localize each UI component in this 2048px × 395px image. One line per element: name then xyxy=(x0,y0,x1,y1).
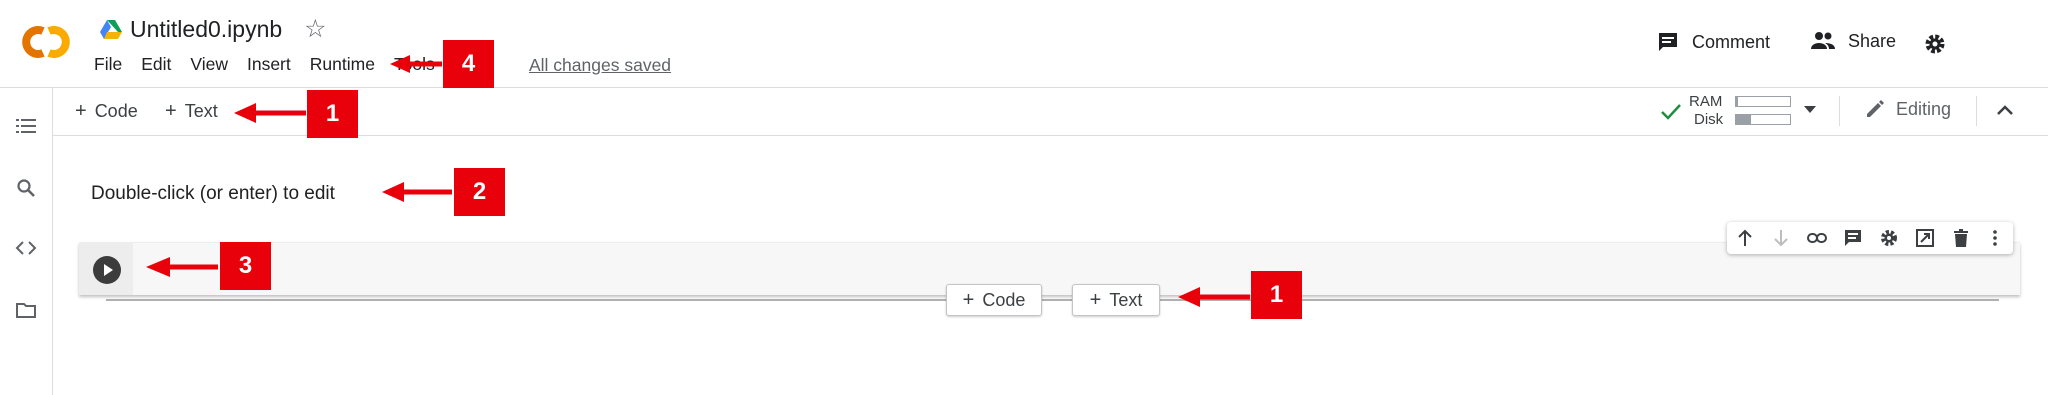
annotation-badge-2: 2 xyxy=(454,168,505,216)
annotation-badge-4: 4 xyxy=(443,40,494,88)
annotation-badge-1: 1 xyxy=(307,90,358,138)
annotation-badge-3: 3 xyxy=(220,242,271,290)
annotation-arrows xyxy=(146,55,1250,307)
annotation-badge-1: 1 xyxy=(1251,271,1302,319)
